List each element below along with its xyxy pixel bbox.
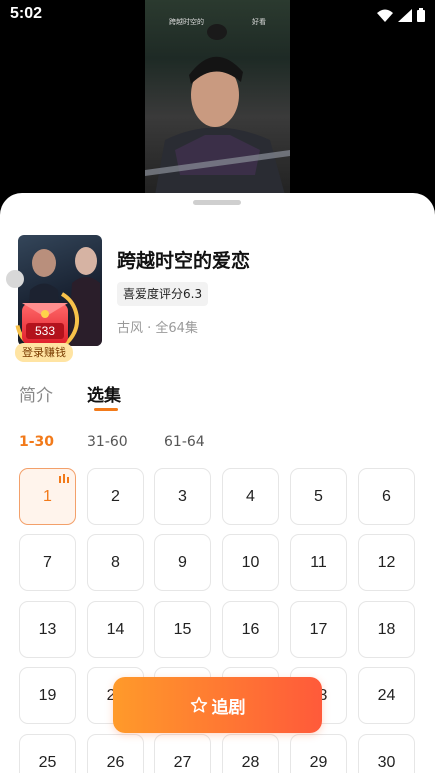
signal-icon: [398, 8, 412, 22]
episode-number: 24: [377, 686, 396, 704]
now-playing-icon: [59, 474, 69, 483]
status-icons: [377, 8, 425, 22]
episode-cell[interactable]: 19: [19, 667, 76, 724]
episode-cell[interactable]: 8: [87, 534, 144, 591]
episode-number: 6: [382, 487, 391, 505]
episode-cell[interactable]: 9: [154, 534, 211, 591]
episode-number: 7: [43, 553, 52, 571]
episode-number: 4: [246, 487, 255, 505]
episode-cell[interactable]: 30: [358, 734, 415, 773]
episode-number: 11: [310, 553, 327, 571]
video-player[interactable]: 跨越时空的 好看: [145, 0, 290, 195]
episode-number: 2: [111, 487, 120, 505]
star-icon: [190, 696, 207, 713]
episode-cell[interactable]: 17: [290, 601, 347, 658]
episode-number: 27: [173, 753, 192, 771]
episode-number: 5: [314, 487, 323, 505]
episode-number: 29: [309, 753, 328, 771]
episode-cell[interactable]: 24: [358, 667, 415, 724]
episode-number: 30: [377, 753, 396, 771]
range-tab-61-64[interactable]: 61-64: [164, 434, 205, 450]
drama-detail-sheet: 533 登录赚钱 跨越时空的爱恋 喜爱度评分6.3 古风 · 全64集 简介 选…: [0, 193, 435, 773]
follow-button-label: 追剧: [211, 697, 246, 718]
episode-cell[interactable]: 14: [87, 601, 144, 658]
status-time: 5:02: [10, 5, 43, 22]
episode-cell[interactable]: 6: [358, 468, 415, 525]
episode-number: 25: [38, 753, 57, 771]
range-tab-1-30[interactable]: 1-30: [19, 434, 54, 450]
episode-cell[interactable]: 2: [87, 468, 144, 525]
episode-cell[interactable]: 12: [358, 534, 415, 591]
episode-cell[interactable]: 15: [154, 601, 211, 658]
episode-number: 8: [111, 553, 120, 571]
episode-cell[interactable]: 10: [222, 534, 279, 591]
episode-number: 19: [38, 686, 57, 704]
episode-number: 16: [241, 620, 260, 638]
episode-cell[interactable]: 16: [222, 601, 279, 658]
follow-drama-button[interactable]: 追剧: [113, 677, 322, 733]
episode-cell[interactable]: 29: [290, 734, 347, 773]
episode-number: 15: [173, 620, 192, 638]
episode-cell[interactable]: 26: [87, 734, 144, 773]
tab-episodes[interactable]: 选集: [87, 381, 121, 406]
drama-title: 跨越时空的爱恋: [117, 250, 251, 272]
episode-number: 14: [106, 620, 125, 638]
range-tab-31-60[interactable]: 31-60: [87, 434, 128, 450]
drag-handle[interactable]: [193, 200, 241, 205]
drama-meta: 古风 · 全64集: [117, 321, 198, 336]
episode-cell[interactable]: 7: [19, 534, 76, 591]
episode-cell[interactable]: 5: [290, 468, 347, 525]
episode-cell[interactable]: 3: [154, 468, 211, 525]
episode-cell[interactable]: 11: [290, 534, 347, 591]
episode-cell-current[interactable]: 1: [19, 468, 76, 525]
episode-cell[interactable]: 18: [358, 601, 415, 658]
episode-number: 9: [178, 553, 187, 571]
episode-number: 13: [38, 620, 57, 638]
tab-intro[interactable]: 简介: [19, 381, 53, 406]
login-earn-button[interactable]: 登录赚钱: [15, 343, 73, 362]
episode-number: 28: [241, 753, 260, 771]
envelope-flap-icon: [22, 303, 68, 318]
episode-number: 12: [377, 553, 396, 571]
episode-cell[interactable]: 27: [154, 734, 211, 773]
reward-coin-count: 533: [26, 323, 64, 339]
episode-number: 26: [106, 753, 125, 771]
episode-number: 1: [43, 487, 52, 505]
episode-cell[interactable]: 4: [222, 468, 279, 525]
battery-icon: [417, 8, 425, 22]
episode-cell[interactable]: 28: [222, 734, 279, 773]
episode-number: 3: [178, 487, 187, 505]
episode-cell[interactable]: 13: [19, 601, 76, 658]
episode-cell[interactable]: 25: [19, 734, 76, 773]
tab-active-indicator: [94, 408, 118, 411]
video-frame-image: [145, 24, 290, 195]
rating-badge: 喜爱度评分6.3: [117, 282, 209, 306]
episode-number: 10: [241, 553, 260, 571]
episode-number: 18: [377, 620, 396, 638]
episode-number: 17: [309, 620, 328, 638]
wifi-icon: [377, 9, 393, 22]
